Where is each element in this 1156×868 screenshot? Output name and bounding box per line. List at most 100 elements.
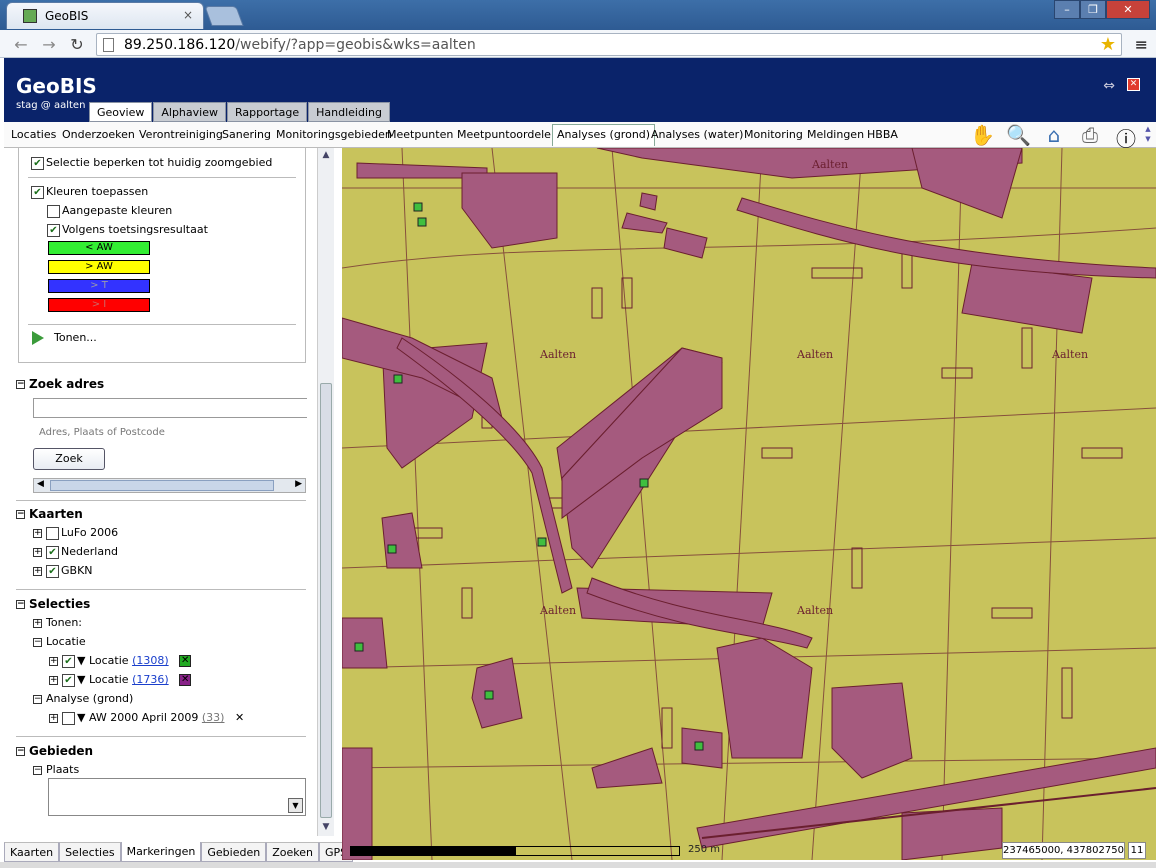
btab-kaarten[interactable]: Kaarten [4, 842, 60, 862]
locatie-count-link[interactable]: (1736) [132, 673, 169, 686]
selection-locatie-1736[interactable]: + ✔ ▼ Locatie (1736) ✕ [49, 673, 192, 687]
menu-meetpunten[interactable]: Meetpunten [387, 128, 453, 141]
remove-x-icon[interactable]: ✕ [235, 711, 244, 724]
browser-tab[interactable]: GeoBIS × [6, 2, 204, 29]
check-icon[interactable]: ✔ [62, 673, 75, 687]
selection-aw-2000[interactable]: + ▼ AW 2000 April 2009 (33) ✕ [49, 711, 244, 725]
maximize-button[interactable]: ❐ [1080, 0, 1106, 19]
expand-icon[interactable]: + [33, 566, 42, 576]
btab-selecties[interactable]: Selecties [59, 842, 121, 862]
section-gebieden[interactable]: − Gebieden [16, 744, 93, 758]
collapse-icon[interactable]: − [33, 694, 42, 704]
checkbox-kleuren-toepassen[interactable]: ✔ Kleuren toepassen [31, 185, 148, 199]
layer-gbkn[interactable]: + ✔ GBKN [33, 564, 93, 578]
expand-icon[interactable]: + [33, 547, 42, 557]
layer-nederland[interactable]: + ✔ Nederland [33, 545, 118, 559]
minimize-button[interactable]: – [1054, 0, 1080, 19]
menu-verontreiniging[interactable]: Verontreiniging [139, 128, 223, 141]
panel-scrollbar[interactable]: ▲ ▼ [317, 148, 334, 836]
logout-close-icon[interactable]: ✕ [1127, 78, 1140, 91]
menu-locaties[interactable]: Locaties [11, 128, 56, 141]
tree-locatie[interactable]: − Locatie [33, 635, 86, 648]
dropdown-triangle-icon[interactable]: ▼ [77, 673, 85, 686]
marker-purple-icon[interactable]: ✕ [179, 674, 192, 686]
menu-meetpuntoordelen[interactable]: Meetpuntoordelen [457, 128, 558, 141]
scroll-up-icon[interactable]: ▲ [320, 150, 332, 160]
menu-onderzoeken[interactable]: Onderzoeken [62, 128, 135, 141]
reload-icon[interactable]: ↻ [66, 35, 88, 54]
locatie-count-link[interactable]: (1308) [132, 654, 169, 667]
expand-icon[interactable]: + [33, 528, 42, 538]
plaats-select[interactable]: ▼ [48, 778, 306, 816]
selection-locatie-1308[interactable]: + ✔ ▼ Locatie (1308) ✕ [49, 654, 192, 668]
menu-monitoringsgebieden[interactable]: Monitoringsgebieden [276, 128, 392, 141]
menu-analyses-grond[interactable]: Analyses (grond) [552, 124, 656, 146]
new-tab-button[interactable] [204, 6, 244, 26]
place-label: Aalten [540, 604, 577, 617]
chevron-down-icon[interactable]: ▼ [288, 798, 303, 813]
horizontal-scrollbar[interactable]: ◀ ▶ [33, 478, 306, 493]
back-arrow-icon[interactable]: ← [10, 35, 32, 54]
resize-arrows-icon[interactable]: ⇔ [1103, 78, 1115, 94]
expand-icon[interactable]: + [49, 675, 58, 685]
forward-arrow-icon[interactable]: → [38, 35, 60, 54]
analyse-count-link[interactable]: (33) [202, 711, 225, 724]
tree-tonen[interactable]: + Tonen: [33, 616, 82, 629]
map-canvas[interactable]: Aalten Aalten Aalten Aalten Aalten Aalte… [342, 148, 1156, 860]
section-zoek-adres[interactable]: − Zoek adres [16, 377, 104, 391]
tree-plaats[interactable]: − Plaats [33, 763, 79, 776]
zoek-button[interactable]: Zoek [33, 448, 105, 470]
check-icon[interactable]: ✔ [46, 564, 59, 578]
section-kaarten[interactable]: − Kaarten [16, 507, 83, 521]
menu-meldingen[interactable]: Meldingen [807, 128, 864, 141]
tab-rapportage[interactable]: Rapportage [226, 102, 308, 122]
zoom-level: 11 [1128, 842, 1146, 859]
expand-icon[interactable]: + [49, 713, 58, 723]
scroll-down-icon[interactable]: ▼ [320, 822, 332, 832]
checkbox-aangepaste-kleuren[interactable]: Aangepaste kleuren [47, 204, 172, 218]
expand-icon[interactable]: + [33, 618, 42, 628]
layer-lufo-2006[interactable]: + LuFo 2006 [33, 526, 118, 540]
tab-alphaview[interactable]: Alphaview [153, 102, 226, 122]
tonen-link[interactable]: Tonen... [54, 331, 97, 344]
check-icon[interactable]: ✔ [46, 545, 59, 559]
marker-green-icon[interactable]: ✕ [179, 655, 192, 667]
bookmark-star-icon[interactable]: ★ [1100, 34, 1116, 55]
browser-menu-icon[interactable]: ≡ [1135, 35, 1148, 54]
dropdown-triangle-icon[interactable]: ▼ [77, 654, 85, 667]
unchecked-box-icon[interactable] [46, 526, 59, 540]
scroll-thumb[interactable] [320, 383, 332, 818]
btab-markeringen[interactable]: Markeringen [120, 842, 202, 862]
collapse-icon[interactable]: − [16, 747, 25, 756]
checkbox-volgens-toetsing[interactable]: ✔ Volgens toetsingsresultaat [47, 223, 208, 237]
scroll-left-icon[interactable]: ◀ [37, 479, 44, 489]
collapse-icon[interactable]: − [16, 510, 25, 519]
address-bar[interactable]: 89.250.186.120/webify/?app=geobis&wks=aa… [96, 33, 1122, 56]
menu-scroll-arrows-icon[interactable]: ▲ ▼ [1142, 124, 1154, 146]
section-selecties[interactable]: − Selecties [16, 597, 90, 611]
collapse-icon[interactable]: − [16, 600, 25, 609]
menu-hbba[interactable]: HBBA [867, 128, 898, 141]
tab-close-icon[interactable]: × [183, 8, 193, 22]
menu-sanering[interactable]: Sanering [222, 128, 271, 141]
btab-gebieden[interactable]: Gebieden [201, 842, 267, 862]
scroll-thumb[interactable] [50, 480, 274, 491]
tree-analyse-grond[interactable]: − Analyse (grond) [33, 692, 133, 705]
btab-zoeken[interactable]: Zoeken [266, 842, 319, 862]
scroll-right-icon[interactable]: ▶ [295, 479, 302, 489]
menu-monitoring[interactable]: Monitoring [744, 128, 803, 141]
address-search-input[interactable] [33, 398, 307, 418]
dropdown-triangle-icon[interactable]: ▼ [77, 711, 85, 724]
expand-icon[interactable]: + [49, 656, 58, 666]
play-triangle-icon[interactable] [32, 331, 44, 345]
collapse-icon[interactable]: − [33, 765, 42, 775]
close-window-button[interactable]: ✕ [1106, 0, 1150, 19]
checkbox-selectie-beperken[interactable]: ✔ Selectie beperken tot huidig zoomgebied [31, 156, 272, 170]
menu-analyses-water[interactable]: Analyses (water) [651, 128, 743, 141]
check-icon[interactable]: ✔ [62, 654, 75, 668]
unchecked-box-icon[interactable] [62, 711, 75, 725]
collapse-icon[interactable]: − [33, 637, 42, 647]
collapse-icon[interactable]: − [16, 380, 25, 389]
tab-geoview[interactable]: Geoview [89, 102, 153, 122]
tab-handleiding[interactable]: Handleiding [308, 102, 390, 122]
